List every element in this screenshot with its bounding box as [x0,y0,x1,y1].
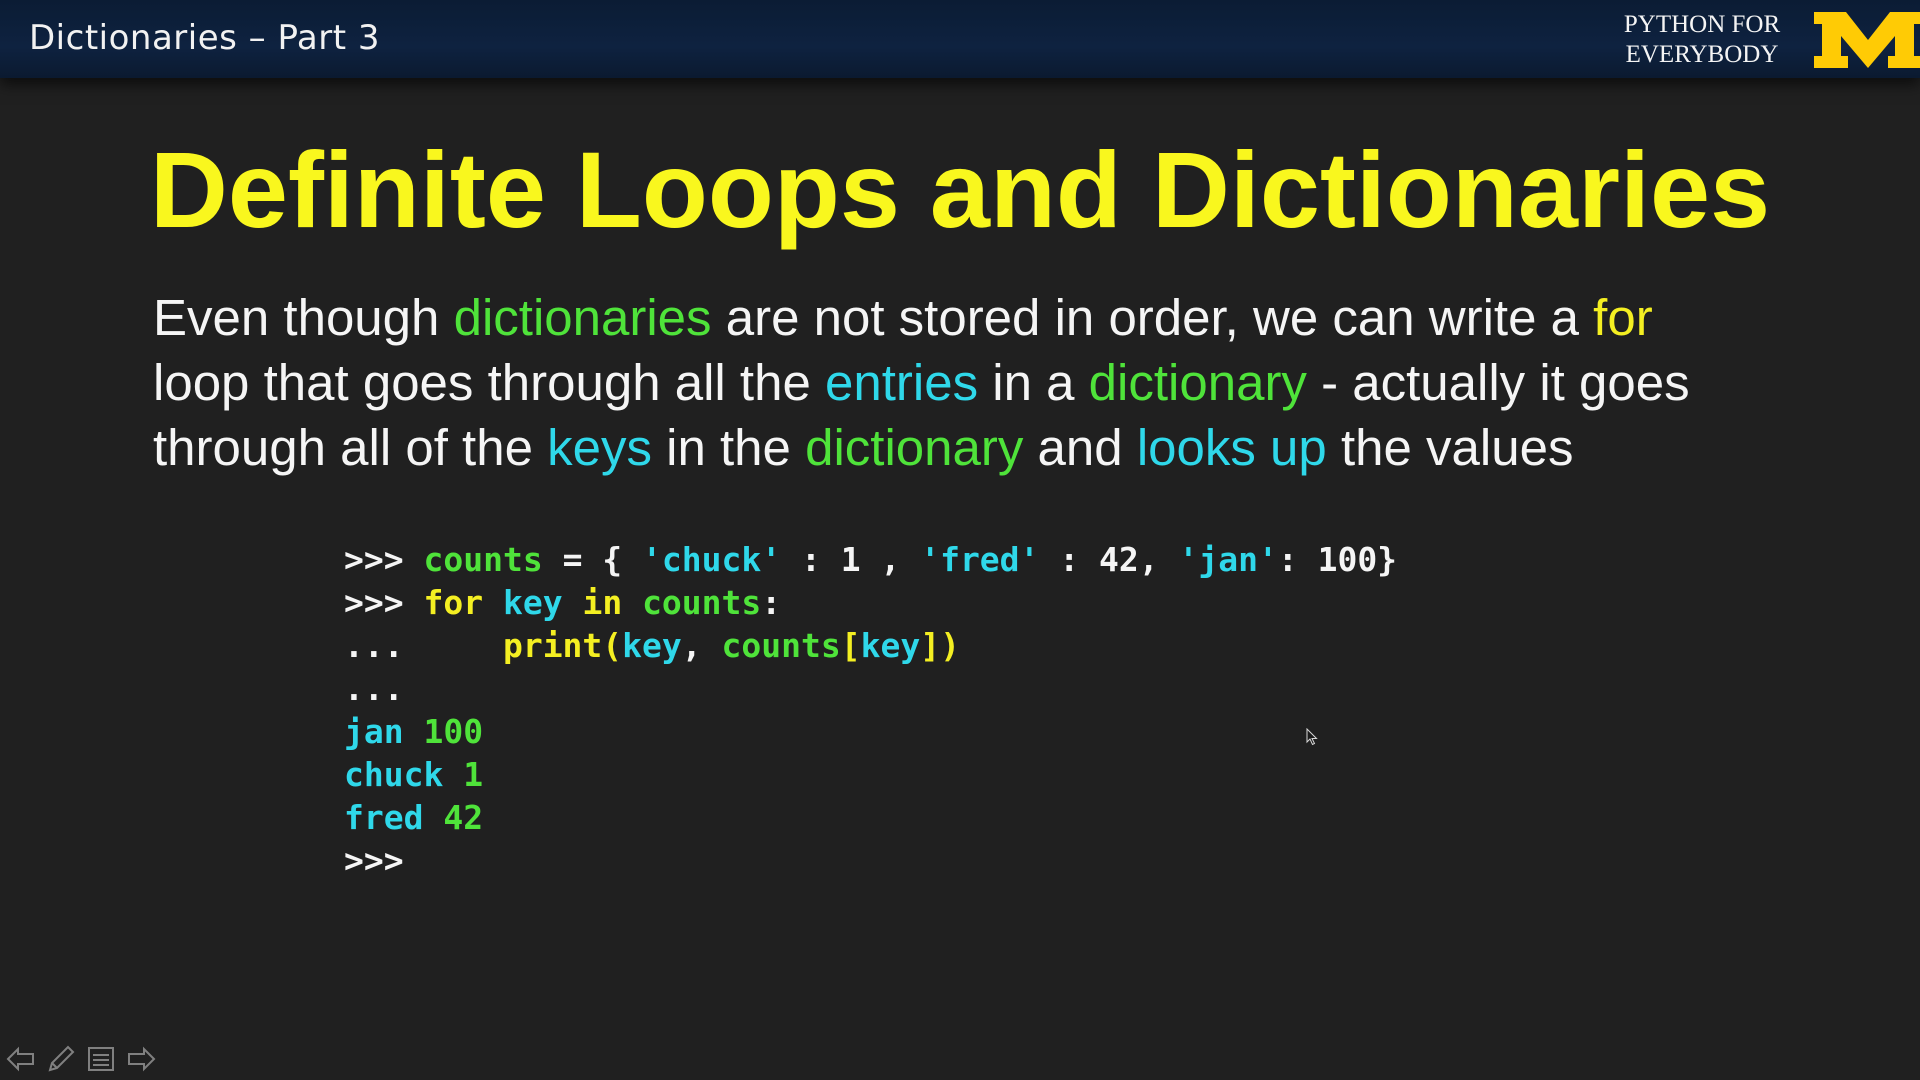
code-line: chuck 1 [344,753,1397,796]
code-line-segment: key [502,583,583,622]
code-line-segment: >>> [344,540,424,579]
code-line-segment: for [423,583,503,622]
code-line-segment: jan [344,712,424,751]
code-line-segment: 42 [443,798,484,837]
code-line-segment: : 1 , [781,540,921,579]
code-line: >>> for key in counts: [344,581,1397,624]
code-line-segment: counts [721,626,841,665]
paragraph-line-segment: in a [978,354,1089,411]
code-line-segment: counts [642,583,762,622]
brand-line-1: PYTHON FOR [1623,11,1781,38]
code-line-segment: 1 [463,755,484,794]
code-line-segment: 100 [423,712,484,751]
code-line-segment: : 42, [1039,540,1179,579]
code-line-segment: : [761,583,782,622]
code-line-segment: >>> [344,583,424,622]
code-line-segment: key [860,626,921,665]
slide-menu-icon[interactable] [84,1042,118,1076]
code-line: jan 100 [344,710,1397,753]
code-line-segment: 'jan' [1178,540,1278,579]
slide: Definite Loops and Dictionaries Even tho… [0,78,1920,1080]
code-line-segment: counts [423,540,543,579]
code-line-segment: ... [344,626,503,665]
paragraph-line-segment: dictionary [1088,354,1307,411]
next-slide-icon[interactable] [124,1042,158,1076]
paragraph-line-segment: for [1593,289,1653,346]
mouse-pointer-icon [1306,728,1318,746]
slideshow-controls [4,1042,164,1078]
slide-title: Definite Loops and Dictionaries [149,129,1771,250]
code-line-segment: [ [840,626,861,665]
code-line: >>> counts = { 'chuck' : 1 , 'fred' : 42… [344,538,1397,581]
paragraph-line-segment: through all of the [153,419,548,476]
code-line-segment: , [681,626,722,665]
course-brand: PYTHON FOR EVERYBODY [1612,10,1792,70]
code-line-segment: ... [344,669,404,708]
code-line-segment: ]) [920,626,960,665]
code-line-segment: >>> [344,841,404,880]
slide-paragraph: Even though dictionaries are not stored … [153,285,1873,480]
paragraph-line-segment: looks up [1136,419,1327,476]
university-logo-icon [1814,12,1920,68]
code-line-segment: print( [502,626,623,665]
code-line-segment: = { [542,540,643,579]
paragraph-line-segment: dictionaries [453,289,712,346]
brand-line-2: EVERYBODY [1625,41,1779,68]
paragraph-line-segment: entries [825,354,979,411]
paragraph-line-segment: dictionary [805,419,1024,476]
paragraph-line-segment: and [1023,419,1137,476]
video-header-bar: Dictionaries – Part 3 PYTHON FOR EVERYBO… [0,0,1920,78]
code-line-segment: : 100} [1277,540,1398,579]
code-line: ... [344,667,1397,710]
code-line-segment: in [582,583,643,622]
paragraph-line-segment: loop that goes through all the [153,354,825,411]
code-block: >>> counts = { 'chuck' : 1 , 'fred' : 42… [344,538,1397,882]
code-line: >>> [344,839,1397,882]
paragraph-line: loop that goes through all the entries i… [153,350,1873,415]
paragraph-line: through all of the keys in the dictionar… [153,415,1873,480]
pen-icon[interactable] [44,1042,78,1076]
paragraph-line-segment: in the [651,419,806,476]
code-line-segment: 'chuck' [642,540,782,579]
paragraph-line-segment: the values [1326,419,1574,476]
previous-slide-icon[interactable] [4,1042,38,1076]
paragraph-line-segment: keys [547,419,652,476]
video-title: Dictionaries – Part 3 [29,18,381,58]
paragraph-line: Even though dictionaries are not stored … [153,285,1873,350]
code-line-segment: chuck [344,755,464,794]
code-line-segment: 'fred' [920,540,1040,579]
code-line: fred 42 [344,796,1397,839]
code-line-segment: key [622,626,682,665]
paragraph-line-segment: are not stored in order, we can write a [711,289,1594,346]
paragraph-line-segment: Even though [153,289,454,346]
code-line-segment: fred [344,798,444,837]
paragraph-line-segment: - actually it goes [1306,354,1690,411]
code-line: ... print(key, counts[key]) [344,624,1397,667]
